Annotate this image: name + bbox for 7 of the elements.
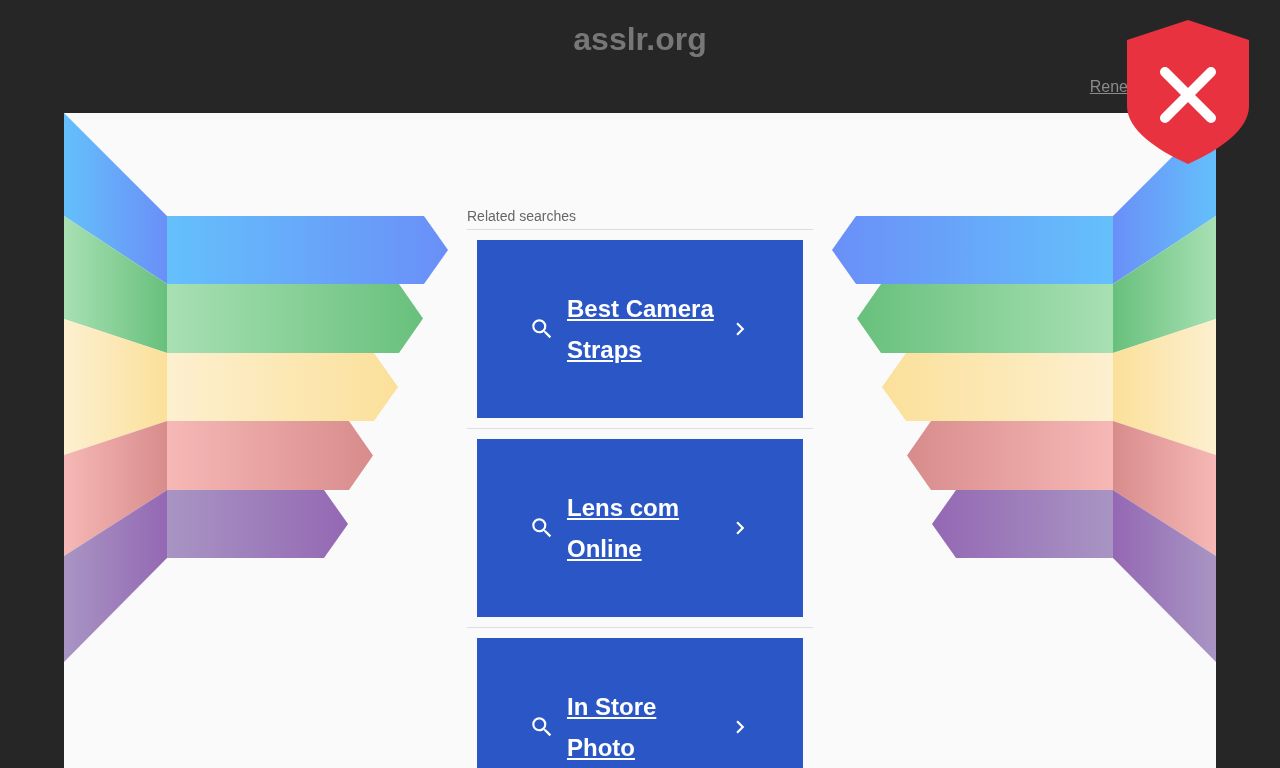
renew-link[interactable]: Rene <box>1089 78 1128 96</box>
related-search-link[interactable]: Best Camera Straps <box>477 240 803 418</box>
related-search-link[interactable]: Lens com Online <box>477 439 803 617</box>
shield-icon[interactable] <box>1127 20 1249 164</box>
related-search-link[interactable]: In Store Photo <box>477 638 803 768</box>
section-heading: Related searches <box>467 207 813 230</box>
site-title: asslr.org <box>572 20 708 58</box>
